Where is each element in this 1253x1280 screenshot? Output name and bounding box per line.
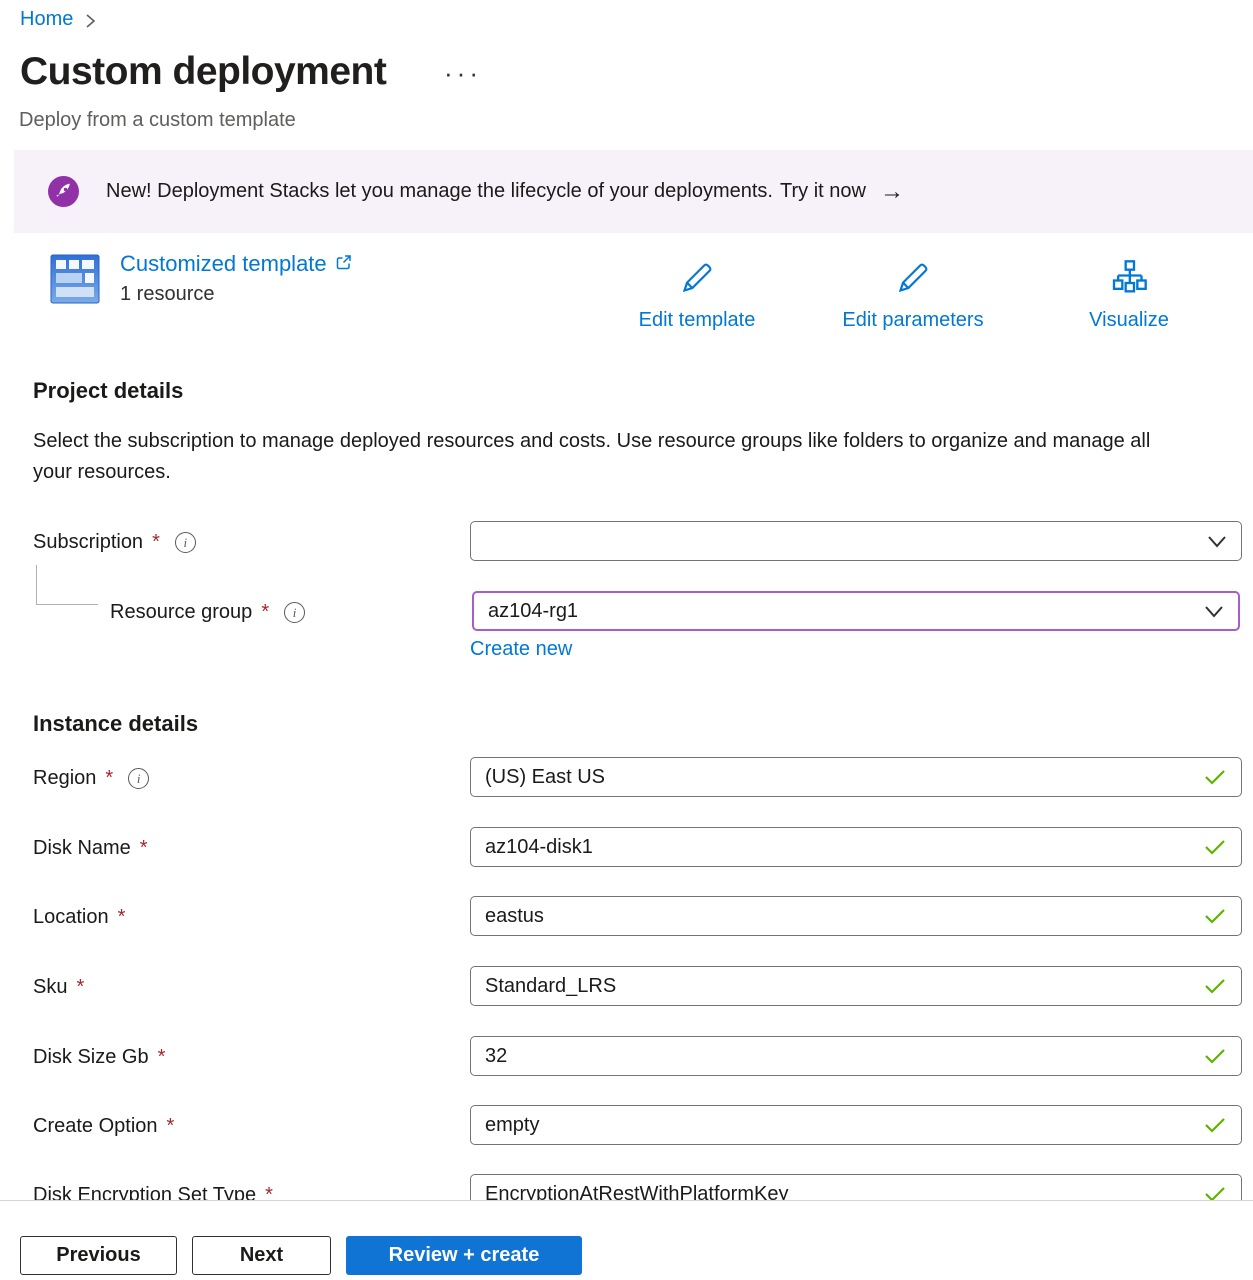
subscription-select[interactable] xyxy=(470,521,1242,561)
required-marker: * xyxy=(152,531,160,554)
disk-name-value: az104-disk1 xyxy=(485,836,593,859)
wizard-footer: Previous Next Review + create xyxy=(0,1200,1253,1280)
create-option-label: Create Option * xyxy=(33,1115,174,1138)
location-label: Location * xyxy=(33,906,125,929)
sku-value: Standard_LRS xyxy=(485,975,616,998)
project-details-heading: Project details xyxy=(33,378,183,404)
pencil-icon xyxy=(677,258,717,303)
banner-try-it-now-link[interactable]: Try it now xyxy=(780,180,866,203)
more-options-button[interactable]: ··· xyxy=(444,58,482,89)
arrow-right-icon[interactable]: → xyxy=(880,178,904,206)
region-label: Region * i xyxy=(33,767,149,790)
pencil-icon xyxy=(893,258,933,303)
required-marker: * xyxy=(158,1046,166,1069)
required-marker: * xyxy=(167,1115,175,1138)
visualize-button[interactable]: Visualize xyxy=(1044,258,1214,332)
required-marker: * xyxy=(261,601,269,624)
checkmark-icon xyxy=(1203,768,1227,786)
location-value: eastus xyxy=(485,905,544,928)
resource-group-label: Resource group * i xyxy=(110,601,305,624)
create-option-input[interactable]: empty xyxy=(470,1105,1242,1145)
disk-name-label: Disk Name * xyxy=(33,837,148,860)
edit-template-label: Edit template xyxy=(639,309,756,332)
page-subtitle: Deploy from a custom template xyxy=(19,109,296,132)
chevron-down-icon xyxy=(1204,605,1224,618)
required-marker: * xyxy=(118,906,126,929)
checkmark-icon xyxy=(1203,907,1227,925)
edit-parameters-label: Edit parameters xyxy=(842,309,983,332)
org-chart-icon xyxy=(1109,258,1149,303)
subscription-label: Subscription * i xyxy=(33,531,196,554)
required-marker: * xyxy=(140,837,148,860)
disk-size-gb-value: 32 xyxy=(485,1045,507,1068)
edit-parameters-button[interactable]: Edit parameters xyxy=(828,258,998,332)
external-link-icon xyxy=(335,251,352,277)
checkmark-icon xyxy=(1203,1116,1227,1134)
checkmark-icon xyxy=(1203,977,1227,995)
chevron-down-icon xyxy=(1207,535,1227,548)
info-icon[interactable]: i xyxy=(175,532,196,553)
sku-input[interactable]: Standard_LRS xyxy=(470,966,1242,1006)
disk-name-input[interactable]: az104-disk1 xyxy=(470,827,1242,867)
visualize-label: Visualize xyxy=(1089,309,1169,332)
custom-deployment-page: Home Custom deployment ··· Deploy from a… xyxy=(0,0,1253,1280)
banner-message: New! Deployment Stacks let you manage th… xyxy=(106,180,773,203)
info-icon[interactable]: i xyxy=(128,768,149,789)
field-connector-line xyxy=(36,565,98,605)
create-new-link[interactable]: Create new xyxy=(470,638,572,661)
page-title: Custom deployment xyxy=(20,50,386,94)
disk-size-gb-input[interactable]: 32 xyxy=(470,1036,1242,1076)
checkmark-icon xyxy=(1203,838,1227,856)
location-input[interactable]: eastus xyxy=(470,896,1242,936)
breadcrumb-home-link[interactable]: Home xyxy=(20,8,73,31)
resource-count: 1 resource xyxy=(120,283,215,306)
info-icon[interactable]: i xyxy=(284,602,305,623)
sku-label: Sku * xyxy=(33,976,84,999)
rocket-icon xyxy=(48,176,79,207)
customized-template-label: Customized template xyxy=(120,251,327,277)
review-create-button[interactable]: Review + create xyxy=(346,1236,582,1275)
instance-details-heading: Instance details xyxy=(33,711,198,737)
edit-template-button[interactable]: Edit template xyxy=(612,258,782,332)
required-marker: * xyxy=(76,976,84,999)
breadcrumb: Home xyxy=(20,8,96,31)
resource-group-value: az104-rg1 xyxy=(488,600,578,623)
required-marker: * xyxy=(105,767,113,790)
next-button[interactable]: Next xyxy=(192,1236,331,1275)
resource-group-select[interactable]: az104-rg1 xyxy=(472,591,1240,631)
template-icon xyxy=(50,254,100,309)
create-option-value: empty xyxy=(485,1114,539,1137)
region-input[interactable]: (US) East US xyxy=(470,757,1242,797)
customized-template-link[interactable]: Customized template xyxy=(120,251,352,277)
chevron-right-icon xyxy=(85,12,96,30)
checkmark-icon xyxy=(1203,1047,1227,1065)
project-details-description: Select the subscription to manage deploy… xyxy=(33,426,1183,488)
deployment-stacks-banner: New! Deployment Stacks let you manage th… xyxy=(14,150,1253,233)
region-value: (US) East US xyxy=(485,766,605,789)
disk-size-gb-label: Disk Size Gb * xyxy=(33,1046,165,1069)
previous-button[interactable]: Previous xyxy=(20,1236,177,1275)
